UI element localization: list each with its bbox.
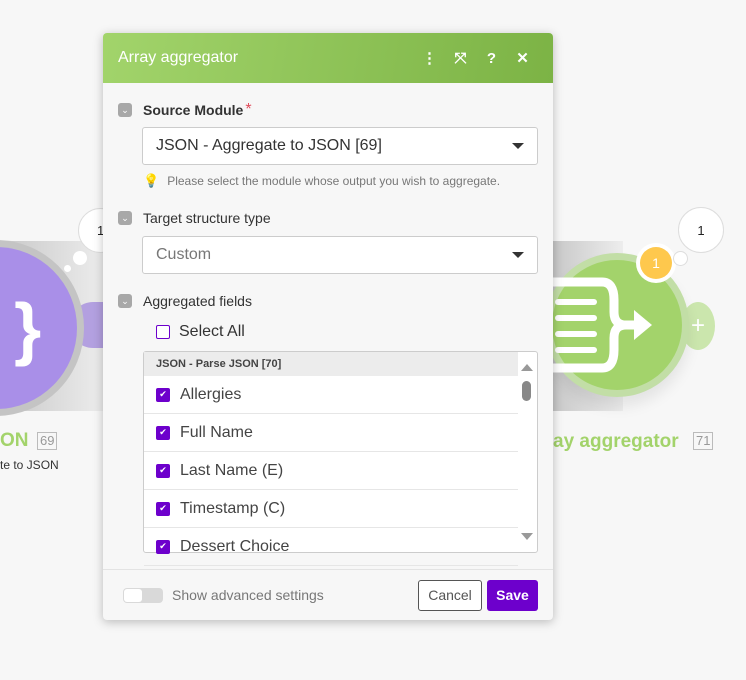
close-icon[interactable]: ✕ bbox=[507, 49, 538, 67]
target-structure-section: ⌄ Target structure type bbox=[118, 210, 271, 226]
chevron-down-icon bbox=[512, 252, 524, 258]
left-module-subtitle: te to JSON bbox=[0, 458, 59, 472]
list-item[interactable]: ✔ Timestamp (C) bbox=[144, 490, 518, 528]
left-module-title: ON bbox=[0, 430, 29, 451]
list-item[interactable]: ✔ Full Name bbox=[144, 414, 518, 452]
cancel-button[interactable]: Cancel bbox=[418, 579, 482, 611]
scroll-thumb[interactable] bbox=[522, 381, 531, 401]
list-item[interactable]: ✔ Last Name (E) bbox=[144, 452, 518, 490]
scroll-down-icon[interactable] bbox=[521, 533, 533, 540]
help-icon[interactable]: ? bbox=[476, 50, 507, 67]
bubble-dot bbox=[73, 251, 87, 265]
select-all-checkbox[interactable]: Select All bbox=[156, 323, 245, 341]
checkbox-checked-icon[interactable]: ✔ bbox=[156, 463, 170, 478]
field-label: Dessert Choice bbox=[180, 537, 290, 555]
field-label: Allergies bbox=[180, 385, 242, 403]
source-module-select[interactable]: JSON - Aggregate to JSON [69] bbox=[142, 127, 538, 165]
dialog-footer: Show advanced settings Cancel Save bbox=[103, 569, 553, 620]
more-vertical-icon[interactable]: ⋮ bbox=[414, 49, 445, 67]
array-aggregator-dialog: Array aggregator ⋮ ⤧ ? ✕ ⌄ Source Module… bbox=[103, 33, 553, 620]
expand-icon[interactable]: ⤧ bbox=[445, 50, 476, 67]
lightbulb-icon: 💡 bbox=[143, 173, 160, 188]
advanced-settings-toggle[interactable] bbox=[123, 587, 163, 603]
list-item[interactable]: ✔ Dessert Choice bbox=[144, 528, 518, 566]
left-module-id: 69 bbox=[37, 432, 58, 450]
source-module-label: Source Module bbox=[143, 102, 244, 118]
collapse-toggle-icon[interactable]: ⌄ bbox=[118, 294, 132, 308]
aggregated-fields-label: Aggregated fields bbox=[143, 293, 252, 309]
hint-text: Please select the module whose output yo… bbox=[167, 174, 501, 188]
field-label: Timestamp (C) bbox=[180, 499, 286, 517]
aggregated-fields-list: JSON - Parse JSON [70] ✔ Allergies ✔ Full … bbox=[143, 351, 538, 566]
collapse-toggle-icon[interactable]: ⌄ bbox=[118, 103, 132, 117]
right-module-title: ay aggregator bbox=[553, 431, 679, 452]
source-module-section: ⌄ Source Module * bbox=[118, 101, 252, 119]
list-item[interactable]: ✔ Allergies bbox=[144, 376, 518, 414]
scroll-up-icon[interactable] bbox=[521, 364, 533, 371]
list-scrollbar[interactable] bbox=[517, 352, 537, 552]
target-structure-select[interactable]: Custom bbox=[142, 236, 538, 274]
checkbox-checked-icon[interactable]: ✔ bbox=[156, 539, 170, 554]
left-module-circle[interactable]: } bbox=[0, 240, 90, 420]
source-module-value: JSON - Aggregate to JSON [69] bbox=[156, 137, 382, 154]
bubble-dot bbox=[64, 265, 71, 272]
chevron-down-icon bbox=[512, 143, 524, 149]
collapse-toggle-icon[interactable]: ⌄ bbox=[118, 211, 132, 225]
json-brace-icon: } bbox=[14, 289, 41, 367]
list-group-header: JSON - Parse JSON [70] bbox=[144, 352, 518, 376]
right-module-id: 71 bbox=[693, 432, 714, 450]
dialog-title: Array aggregator bbox=[118, 49, 239, 66]
source-module-hint: 💡 Please select the module whose output … bbox=[143, 173, 500, 189]
save-button[interactable]: Save bbox=[487, 579, 538, 611]
advanced-settings-label: Show advanced settings bbox=[172, 587, 324, 603]
badge-count: 1 bbox=[652, 255, 660, 271]
bubble-count: 1 bbox=[697, 222, 705, 238]
checkbox-checked-icon[interactable]: ✔ bbox=[156, 425, 170, 440]
aggregated-fields-section: ⌄ Aggregated fields bbox=[118, 293, 252, 309]
required-mark: * bbox=[245, 101, 252, 118]
field-label: Full Name bbox=[180, 423, 253, 441]
target-structure-label: Target structure type bbox=[143, 210, 271, 226]
bubble-dot bbox=[673, 251, 688, 266]
right-result-badge[interactable]: 1 bbox=[636, 243, 676, 283]
checkbox-checked-icon[interactable]: ✔ bbox=[156, 501, 170, 516]
checkbox-checked-icon[interactable]: ✔ bbox=[156, 387, 170, 402]
right-operation-count-bubble[interactable]: 1 bbox=[678, 207, 724, 253]
field-label: Last Name (E) bbox=[180, 461, 284, 479]
plus-icon: + bbox=[690, 312, 705, 339]
checkbox-unchecked-icon[interactable] bbox=[156, 325, 170, 339]
select-all-label: Select All bbox=[179, 323, 245, 340]
target-structure-value: Custom bbox=[156, 246, 212, 263]
dialog-header: Array aggregator ⋮ ⤧ ? ✕ bbox=[103, 33, 553, 83]
